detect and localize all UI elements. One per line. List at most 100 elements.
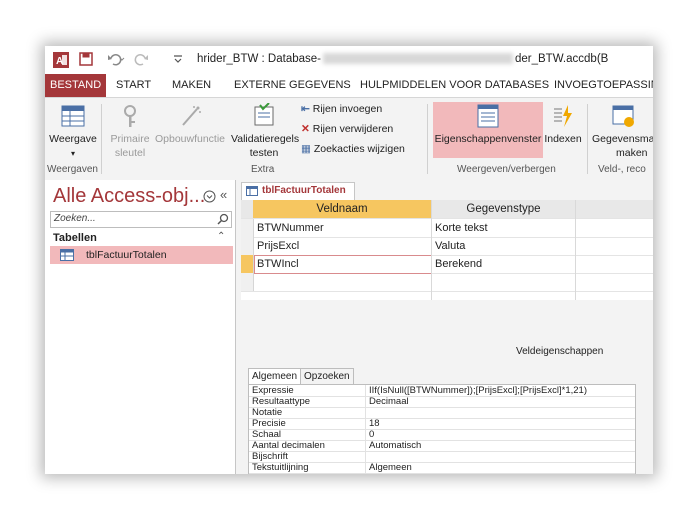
nav-menu-icon[interactable] <box>203 190 216 203</box>
group-veld-record-label: Veld-, reco <box>598 164 646 175</box>
group-weergeven-label: Weergeven/verbergen <box>457 164 556 175</box>
customize-qat-icon[interactable] <box>173 54 183 70</box>
navigation-pane: Alle Access-obj... « Zoeken... Tabellen … <box>45 180 236 474</box>
rijen-verwijderen-label: Rijen verwijderen <box>312 123 394 135</box>
data-type-cell[interactable]: Berekend <box>435 255 482 273</box>
property-value[interactable]: 0 <box>369 429 374 440</box>
document-tab-label: tblFactuurTotalen <box>262 185 346 196</box>
table-row-empty[interactable] <box>241 273 653 292</box>
property-value[interactable]: Decimaal <box>369 396 409 407</box>
table-icon <box>246 186 258 196</box>
property-divider <box>365 451 366 462</box>
validation-icon <box>254 103 274 126</box>
primaire-sleutel-button[interactable]: Primaire sleutel <box>107 103 153 160</box>
ribbon: Weergave ▾ Weergaven Primaire sleutel Opbo… <box>45 97 653 181</box>
lightning-icon <box>554 105 572 127</box>
collapse-pane-icon[interactable]: « <box>220 187 227 202</box>
grid-header: Veldnaam Gegevenstype <box>241 200 653 219</box>
table-row-selected[interactable]: BTWIncl Berekend <box>241 255 653 274</box>
tab-invoegtoepassingen[interactable]: INVOEGTOEPASSING <box>554 74 653 97</box>
validatieregels-label-2: testen <box>249 147 279 159</box>
search-placeholder: Zoeken... <box>54 213 96 224</box>
search-input[interactable]: Zoeken... <box>50 211 232 228</box>
data-type-cell[interactable]: Valuta <box>435 237 465 255</box>
primaire-label-1: Primaire <box>110 133 150 145</box>
tab-externe-gegevens[interactable]: EXTERNE GEGEVENS <box>234 74 351 97</box>
property-value[interactable]: Algemeen <box>369 462 412 473</box>
property-value[interactable]: IIf(IsNull([BTWNummer]);[PrijsExcl];[Pri… <box>369 385 587 396</box>
design-view: tblFactuurTotalen Veldnaam Gegevenstype … <box>236 180 653 474</box>
property-value[interactable]: 18 <box>369 418 380 429</box>
insert-rows-icon: ⇤ <box>301 103 310 115</box>
row-selector[interactable] <box>241 273 254 291</box>
access-app-icon[interactable]: A <box>53 52 69 68</box>
group-separator <box>587 104 588 174</box>
group-separator <box>101 104 102 174</box>
property-divider <box>365 407 366 418</box>
field-name-editor[interactable]: BTWIncl <box>254 255 432 274</box>
lookup-icon: ▦ <box>301 143 311 155</box>
property-divider <box>365 462 366 473</box>
property-row[interactable]: Tekstuitlijning Algemeen <box>249 462 635 474</box>
table-icon <box>60 249 74 261</box>
document-tab[interactable]: tblFactuurTotalen <box>241 182 355 200</box>
validatieregels-label-1: Validatieregels <box>231 133 300 145</box>
rijen-invoegen-button[interactable]: ⇤ Rijen invoegen <box>301 103 382 115</box>
field-name-cell: BTWIncl <box>257 258 299 270</box>
table-row[interactable]: PrijsExcl Valuta <box>241 237 653 256</box>
primaire-label-2: sleutel <box>114 147 146 159</box>
delete-rows-icon: ✕ <box>301 123 310 135</box>
rijen-invoegen-label: Rijen invoegen <box>312 103 383 115</box>
property-name: Aantal decimalen <box>252 440 325 451</box>
property-value[interactable]: Automatisch <box>369 440 421 451</box>
column-header-gegevenstype[interactable]: Gegevenstype <box>432 200 575 218</box>
undo-icon[interactable] <box>107 52 125 68</box>
property-divider <box>365 385 366 396</box>
nav-pane-title[interactable]: Alle Access-obj... <box>53 185 205 208</box>
property-name: Precisie <box>252 418 286 429</box>
window-title-suffix: der_BTW.accdb(B <box>515 53 609 65</box>
row-selector[interactable] <box>241 255 254 273</box>
tab-bestand[interactable]: BESTAND <box>45 74 107 97</box>
property-divider <box>365 429 366 440</box>
table-row[interactable]: BTWNummer Korte tekst <box>241 219 653 238</box>
data-type-cell[interactable]: Korte tekst <box>435 219 488 237</box>
property-sheet: Expressie IIf(IsNull([BTWNummer]);[PrijsE… <box>248 384 636 474</box>
validatieregels-button[interactable]: Validatieregels testen <box>231 103 300 160</box>
gegevensmakro-button[interactable]: Gegevensma maken <box>592 103 653 160</box>
property-divider <box>365 418 366 429</box>
indexen-button[interactable]: Indexen <box>543 103 583 146</box>
nav-item-tblfactuurtotalen[interactable]: tblFactuurTotalen <box>50 246 233 264</box>
zoekacties-wijzigen-button[interactable]: ▦ Zoekacties wijzigen <box>301 143 405 155</box>
nav-section-tabellen[interactable]: Tabellen <box>53 232 97 244</box>
column-divider <box>431 200 432 300</box>
nav-item-label: tblFactuurTotalen <box>86 249 167 261</box>
eigenschappenvenster-button[interactable]: Eigenschappenvenster <box>433 103 543 146</box>
row-selector[interactable] <box>241 237 254 255</box>
column-divider <box>575 200 576 300</box>
group-extra-label: Extra <box>251 164 275 175</box>
gegevensmakro-label-2: maken <box>616 147 648 159</box>
redo-icon[interactable] <box>133 52 151 68</box>
row-selector[interactable] <box>241 219 254 237</box>
section-collapse-icon[interactable]: ⌃ <box>217 231 225 242</box>
tab-hulpmiddelen[interactable]: HULPMIDDELEN VOOR DATABASES <box>360 74 549 97</box>
column-header-veldnaam[interactable]: Veldnaam <box>253 200 431 218</box>
weergave-button[interactable]: Weergave ▾ <box>47 103 99 161</box>
window-title: hrider_BTW : Database-der_BTW.accdb(B <box>197 53 608 65</box>
search-icon[interactable] <box>217 213 229 225</box>
property-name: Notatie <box>252 407 283 418</box>
field-name-cell[interactable]: PrijsExcl <box>257 237 299 255</box>
rijen-verwijderen-button[interactable]: ✕ Rijen verwijderen <box>301 123 393 135</box>
tab-maken[interactable]: MAKEN <box>172 74 211 97</box>
ribbon-tabs: BESTAND START MAKEN EXTERNE GEGEVENS HUL… <box>45 74 653 97</box>
key-icon <box>124 105 136 127</box>
opbouwfunctie-button[interactable]: Opbouwfunctie <box>153 103 227 146</box>
access-window: A hrider_BTW : Database-der_BTW.accdb(B … <box>45 46 653 474</box>
property-sheet-icon <box>477 104 499 128</box>
property-name: Bijschrift <box>252 451 288 462</box>
field-properties-label: Veldeigenschappen <box>516 346 604 357</box>
field-name-cell[interactable]: BTWNummer <box>257 219 324 237</box>
tab-start[interactable]: START <box>116 74 151 97</box>
save-icon[interactable] <box>79 52 93 68</box>
